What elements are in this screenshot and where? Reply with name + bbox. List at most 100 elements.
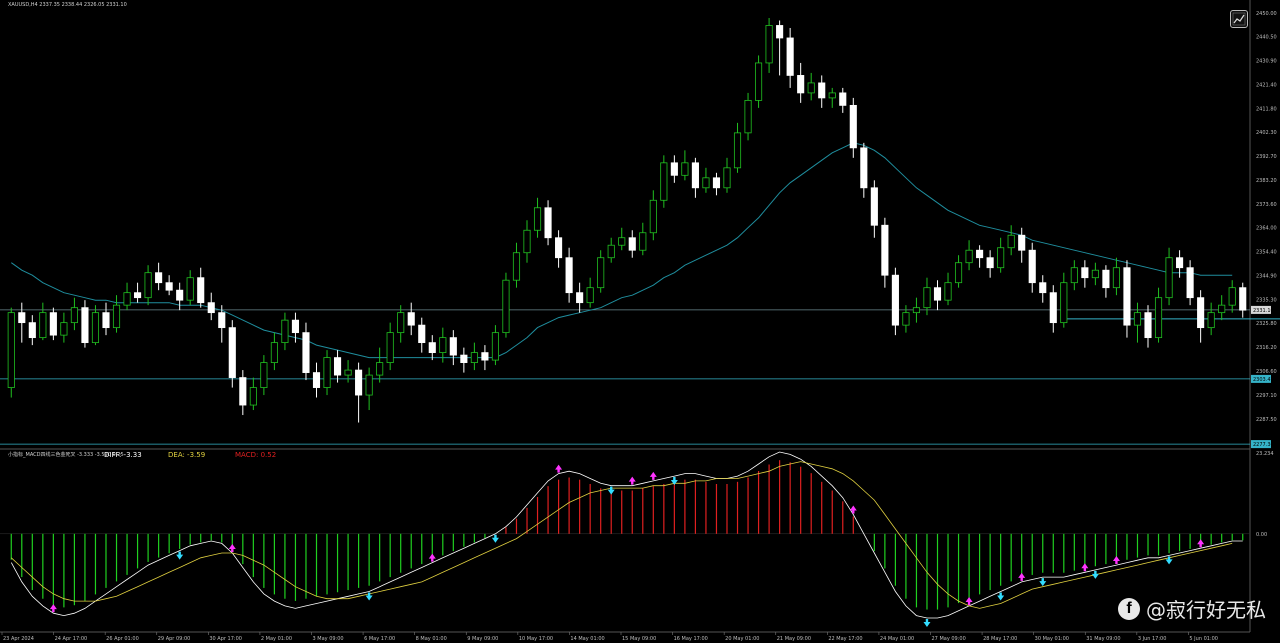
price-tick-label: 2411.80 xyxy=(1256,106,1277,112)
candle-body xyxy=(860,147,868,189)
candle-body xyxy=(355,369,363,396)
candle-body xyxy=(639,232,647,251)
autoscroll-button[interactable] xyxy=(1230,10,1248,28)
time-label: 2 May 01:00 xyxy=(261,636,292,642)
price-badge-text: 2277.36 xyxy=(1253,442,1274,448)
candle-body xyxy=(733,132,742,169)
price-tick-label: 2354.40 xyxy=(1256,250,1277,256)
candle-body xyxy=(954,262,963,284)
candle-body xyxy=(1018,234,1026,251)
arrow-up-icon xyxy=(965,596,973,605)
candle-body xyxy=(407,312,415,326)
candle-body xyxy=(523,229,531,254)
arrow-up-icon xyxy=(49,604,57,613)
time-label: 23 Apr 2024 xyxy=(3,636,34,642)
price-tick-label: 2325.80 xyxy=(1256,321,1277,327)
candle-body xyxy=(1049,292,1057,324)
time-label: 9 May 09:00 xyxy=(467,636,498,642)
time-label: 20 May 01:00 xyxy=(725,636,759,642)
candle-body xyxy=(1091,269,1099,279)
candle-body xyxy=(691,162,699,189)
candle-body xyxy=(1102,269,1110,289)
candle-body xyxy=(207,302,215,314)
candle-body xyxy=(1081,267,1089,279)
candle-body xyxy=(123,292,131,306)
candle-body xyxy=(428,342,436,354)
time-label: 6 May 17:00 xyxy=(364,636,395,642)
dea-label: DEA: -3.59 xyxy=(168,451,206,459)
arrow-up-icon xyxy=(1018,572,1026,581)
arrow-up-shape xyxy=(1197,539,1205,548)
arrow-up-icon xyxy=(428,553,436,562)
candle-body xyxy=(1207,312,1215,329)
candle-body xyxy=(439,337,447,354)
candle-body xyxy=(102,312,110,329)
candle-body xyxy=(1239,287,1247,311)
candle-body xyxy=(818,82,826,99)
price-tick-label: 2306.60 xyxy=(1256,369,1277,375)
arrow-down-shape xyxy=(997,592,1005,601)
candle-body xyxy=(186,277,194,301)
candle-body xyxy=(512,252,521,281)
candle-body xyxy=(649,199,657,234)
candle-body xyxy=(607,244,615,259)
candle-body xyxy=(28,322,36,339)
candle-body xyxy=(197,277,205,304)
candle-body xyxy=(481,352,489,361)
candle-body xyxy=(155,272,163,284)
candle-body xyxy=(576,292,584,304)
price-tick-label: 2316.20 xyxy=(1256,345,1277,351)
candle-body xyxy=(755,62,763,101)
candle-body xyxy=(491,332,499,361)
candle-body xyxy=(7,312,15,388)
price-chart[interactable]: 2450.00 2440.50 2430.90 2421.40 2411.80 2402.… xyxy=(0,0,1280,643)
price-tick-label: 2450.00 xyxy=(1256,11,1277,17)
candle-body xyxy=(797,75,805,94)
candle-body xyxy=(1133,312,1142,326)
candle-body xyxy=(565,257,573,294)
candle-body xyxy=(1144,312,1152,339)
time-label: 30 May 01:00 xyxy=(1035,636,1069,642)
candle-body xyxy=(744,99,752,134)
price-badge: 2303.47 xyxy=(1251,374,1274,383)
candle-body xyxy=(323,357,331,388)
candle-body xyxy=(1154,297,1163,339)
arrow-up-shape xyxy=(555,464,563,473)
facebook-icon: f xyxy=(1118,597,1140,620)
arrow-up-shape xyxy=(965,596,973,605)
candle-body xyxy=(1039,282,1047,294)
candle-body xyxy=(723,167,731,189)
candle-body xyxy=(712,177,721,189)
candle-body xyxy=(49,312,57,336)
time-label: 14 May 01:00 xyxy=(570,636,604,642)
time-label: 8 May 01:00 xyxy=(416,636,447,642)
price-tick-label: 2364.00 xyxy=(1256,226,1277,232)
candle-body xyxy=(144,272,152,299)
arrow-down-icon xyxy=(491,534,499,543)
indicator-tick-label: 23.234 xyxy=(1256,451,1274,457)
candle-body xyxy=(586,287,594,304)
candle-body xyxy=(270,342,278,363)
candle-body xyxy=(291,319,300,334)
candle-body xyxy=(1186,267,1194,299)
candle-body xyxy=(418,324,426,344)
watermark: f @寂行好无私 xyxy=(1118,594,1266,623)
candle-body xyxy=(986,257,994,269)
arrow-up-shape xyxy=(1112,556,1120,565)
candle-body xyxy=(997,247,1005,269)
candle-body xyxy=(228,327,236,378)
candle-body xyxy=(597,257,605,289)
candle-body xyxy=(176,289,184,301)
arrow-up-shape xyxy=(428,553,436,562)
indicator-tick-label: 0.00 xyxy=(1256,532,1267,538)
arrow-down-shape xyxy=(1091,570,1099,579)
symbol-info: XAUUSD,H4 2337.35 2338.44 2326.05 2331.1… xyxy=(8,2,127,8)
arrow-up-icon xyxy=(1081,563,1089,572)
candle-body xyxy=(555,237,563,259)
candle-body xyxy=(776,25,784,39)
candle-body xyxy=(1176,257,1184,269)
candle-body xyxy=(333,357,342,376)
time-label: 15 May 09:00 xyxy=(622,636,656,642)
price-tick-label: 2297.10 xyxy=(1256,393,1277,399)
arrow-up-icon xyxy=(628,476,636,485)
